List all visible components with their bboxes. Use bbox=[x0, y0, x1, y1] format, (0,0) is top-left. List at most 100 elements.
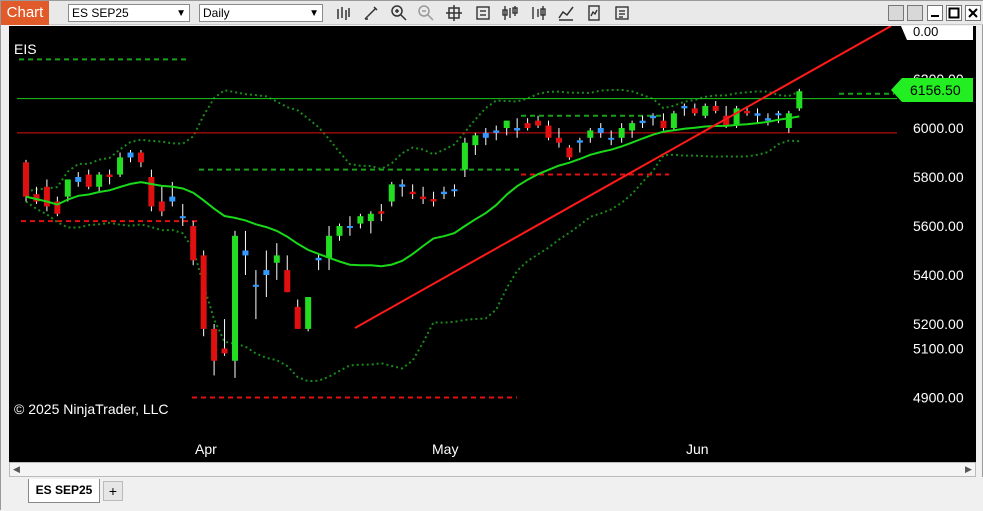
candle-body bbox=[639, 120, 646, 124]
top-partial-label: 0.00 bbox=[913, 26, 938, 39]
price-chart[interactable]: 6200.006000.005800.005600.005400.005200.… bbox=[9, 24, 976, 462]
tab-es-sep25[interactable]: ES SEP25 bbox=[28, 479, 100, 503]
candle-body bbox=[535, 120, 542, 126]
candle-body bbox=[493, 130, 500, 133]
candle-body bbox=[681, 105, 688, 109]
candle-body bbox=[461, 142, 468, 170]
candle-body bbox=[650, 115, 656, 119]
trend-line-segment bbox=[354, 25, 892, 329]
candle-body bbox=[399, 184, 406, 187]
candle-body bbox=[326, 235, 333, 258]
bollinger-bands bbox=[25, 88, 800, 383]
y-tick-label: 5800.00 bbox=[913, 169, 964, 185]
crosshair-icon[interactable] bbox=[445, 4, 463, 22]
candle-body bbox=[754, 113, 761, 116]
candle-body bbox=[75, 177, 82, 182]
candle-body bbox=[148, 177, 155, 207]
candle-body bbox=[764, 118, 771, 121]
app-tab[interactable]: Chart bbox=[1, 1, 49, 25]
chart-trader-icon[interactable] bbox=[557, 4, 575, 22]
instrument-value: ES SEP25 bbox=[72, 6, 129, 20]
templates-icon[interactable] bbox=[585, 4, 603, 22]
candle-body bbox=[670, 113, 677, 128]
candle-body bbox=[597, 128, 604, 133]
chart-tab-bar: ES SEP25 + bbox=[1, 477, 983, 511]
maximize-button[interactable] bbox=[946, 5, 962, 21]
instrument-selector[interactable]: ES SEP25 ▼ bbox=[68, 4, 190, 22]
candle-body bbox=[503, 120, 510, 128]
candle-body bbox=[179, 216, 186, 219]
candle-body bbox=[85, 174, 92, 187]
copyright-text: © 2025 NinjaTrader, LLC bbox=[14, 401, 169, 417]
candle-body bbox=[608, 137, 615, 140]
candle-body bbox=[263, 270, 270, 275]
candle-body bbox=[137, 152, 144, 163]
scroll-right-icon[interactable]: ▶ bbox=[962, 463, 975, 476]
candle-body bbox=[117, 157, 124, 175]
window-icon-button[interactable] bbox=[888, 5, 904, 21]
price-axis: 6200.006000.005800.005600.005400.005200.… bbox=[913, 71, 964, 406]
candle-body bbox=[482, 132, 489, 138]
candle-body bbox=[96, 174, 103, 187]
chart-panel[interactable]: 6200.006000.005800.005600.005400.005200.… bbox=[9, 24, 976, 462]
candle-body bbox=[378, 211, 385, 214]
x-label-may: May bbox=[432, 441, 458, 457]
candle-body bbox=[200, 255, 207, 329]
strategies-icon[interactable] bbox=[529, 4, 547, 22]
candle-body bbox=[785, 113, 792, 128]
candle-body bbox=[420, 196, 427, 200]
candle-body bbox=[587, 130, 594, 138]
minimize-button[interactable] bbox=[927, 5, 943, 21]
candle-body bbox=[127, 152, 134, 158]
window-icon-button[interactable] bbox=[907, 5, 923, 21]
candle-body bbox=[346, 226, 353, 228]
candle-body bbox=[629, 123, 636, 131]
data-box-icon[interactable] bbox=[474, 4, 492, 22]
candle-body bbox=[514, 128, 521, 131]
candle-body bbox=[744, 110, 751, 114]
candle-body bbox=[294, 306, 301, 329]
y-tick-label: 5400.00 bbox=[913, 267, 964, 283]
candle-body bbox=[472, 135, 479, 146]
close-button[interactable] bbox=[965, 5, 981, 21]
interval-selector[interactable]: Daily ▼ bbox=[199, 4, 323, 22]
toolbar: Chart ES SEP25 ▼ Daily ▼ bbox=[1, 1, 983, 25]
chevron-down-icon: ▼ bbox=[309, 8, 319, 19]
y-tick-label: 5600.00 bbox=[913, 218, 964, 234]
candle-body bbox=[712, 105, 719, 111]
horizontal-scrollbar[interactable]: ◀ ▶ bbox=[9, 462, 976, 477]
candle-body bbox=[796, 91, 803, 109]
candle-body bbox=[576, 140, 583, 143]
add-tab-button[interactable]: + bbox=[103, 481, 123, 501]
y-tick-label: 5200.00 bbox=[913, 316, 964, 332]
candle-body bbox=[775, 113, 782, 116]
trend-line[interactable] bbox=[354, 25, 892, 329]
candle-body bbox=[430, 199, 437, 202]
candle-body bbox=[367, 213, 374, 222]
candle-body bbox=[23, 162, 29, 197]
candle-body bbox=[43, 186, 50, 207]
indicators-icon[interactable] bbox=[501, 4, 519, 22]
candle-body bbox=[388, 184, 395, 202]
candle-body bbox=[273, 255, 280, 263]
x-label-apr: Apr bbox=[195, 441, 217, 457]
candle-body bbox=[451, 189, 458, 192]
properties-icon[interactable] bbox=[613, 4, 631, 22]
candle-body bbox=[64, 179, 71, 197]
y-tick-label: 5100.00 bbox=[913, 341, 964, 357]
candle-body bbox=[409, 191, 416, 195]
candle-body bbox=[336, 226, 343, 236]
horizontal-lines bbox=[17, 98, 897, 134]
candle-body bbox=[221, 348, 228, 354]
scroll-left-icon[interactable]: ◀ bbox=[10, 463, 23, 476]
chevron-down-icon: ▼ bbox=[176, 8, 186, 19]
candle-body bbox=[242, 250, 249, 256]
candle-body bbox=[691, 108, 698, 114]
zoom-in-icon[interactable] bbox=[390, 4, 408, 22]
zoom-out-icon[interactable] bbox=[417, 4, 435, 22]
candle-body bbox=[545, 125, 552, 138]
draw-pencil-icon[interactable] bbox=[362, 4, 380, 22]
candle-body bbox=[252, 284, 259, 287]
candle-body bbox=[211, 328, 218, 361]
bar-chart-style-icon[interactable] bbox=[334, 4, 352, 22]
